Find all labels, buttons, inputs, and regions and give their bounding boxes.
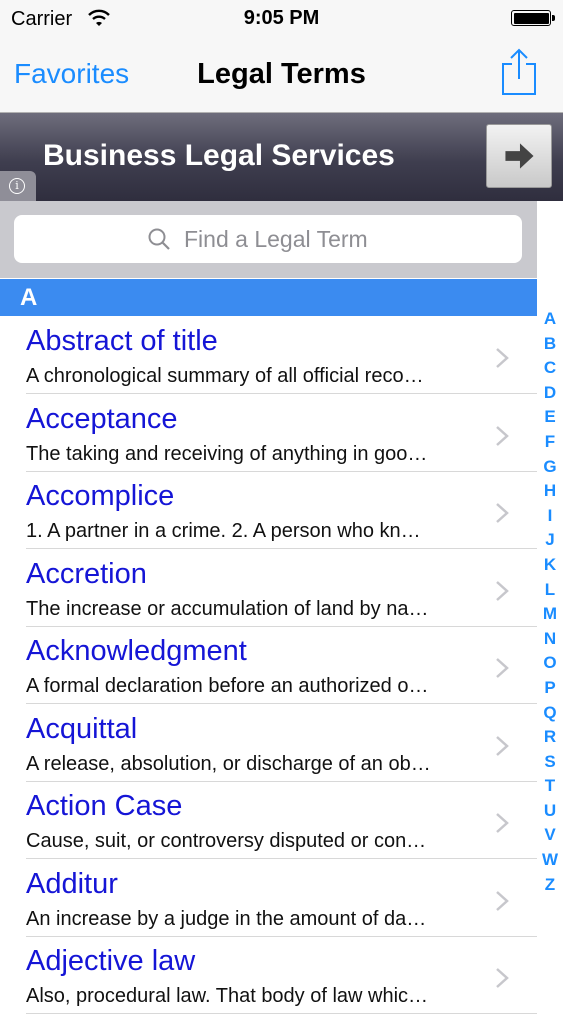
index-letter[interactable]: O: [539, 651, 561, 676]
term-description: A release, absolution, or discharge of a…: [26, 752, 431, 775]
list-item[interactable]: Acknowledgment A formal declaration befor…: [0, 627, 537, 704]
term-name: Action Case: [26, 790, 183, 822]
term-description: The increase or accumulation of land by …: [26, 597, 429, 620]
index-letter[interactable]: C: [539, 356, 561, 381]
chevron-right-icon: [496, 735, 509, 756]
index-letter[interactable]: G: [539, 455, 561, 480]
term-description: A chronological summary of all official …: [26, 365, 424, 387]
index-letter[interactable]: H: [539, 479, 561, 504]
term-name: Abstract of title: [26, 325, 218, 357]
index-letter[interactable]: N: [539, 627, 561, 652]
chevron-right-icon: [496, 425, 509, 446]
navigation-bar: Favorites Legal Terms: [0, 38, 563, 113]
term-name: Acknowledgment: [26, 635, 247, 667]
list-item[interactable]: Additur An increase by a judge in the amo…: [0, 860, 537, 937]
term-name: Acceptance: [26, 402, 178, 435]
index-letter[interactable]: K: [539, 553, 561, 578]
term-description: An increase by a judge in the amount of …: [26, 907, 427, 930]
chevron-right-icon: [496, 813, 509, 833]
index-letter[interactable]: I: [539, 504, 561, 529]
list-item[interactable]: Action Case Cause, suit, or controversy d…: [0, 782, 537, 859]
battery-icon: [511, 10, 555, 26]
list-item[interactable]: Accretion The increase or accumulation of…: [0, 550, 537, 627]
index-letter[interactable]: V: [539, 823, 561, 848]
term-description: The taking and receiving of anything in …: [26, 442, 428, 465]
section-letter: A: [20, 284, 38, 311]
banner-go-button[interactable]: [486, 124, 552, 188]
index-letter[interactable]: A: [539, 307, 561, 332]
status-bar: Carrier 9:05 PM: [0, 0, 563, 38]
search-placeholder: Find a Legal Term: [184, 226, 368, 252]
info-button[interactable]: i: [0, 171, 36, 201]
index-letter[interactable]: Q: [539, 701, 561, 726]
term-name: Accomplice: [26, 480, 175, 512]
index-letter[interactable]: D: [539, 381, 561, 406]
page-title: Legal Terms: [197, 58, 366, 90]
chevron-right-icon: [496, 658, 509, 678]
info-icon: i: [9, 178, 25, 194]
term-name: Acquittal: [26, 712, 138, 745]
arrow-right-icon: [505, 143, 534, 169]
clock: 9:05 PM: [243, 7, 320, 29]
search-input[interactable]: Find a Legal Term: [14, 215, 522, 263]
list-item[interactable]: Acquittal A release, absolution, or disch…: [0, 705, 537, 782]
chevron-right-icon: [496, 890, 509, 911]
index-letter[interactable]: J: [539, 528, 561, 553]
ad-banner[interactable]: Business Legal Services i: [0, 113, 563, 201]
index-letter[interactable]: P: [539, 676, 561, 701]
search-icon: [148, 228, 170, 250]
section-header: A: [0, 279, 537, 316]
search-bar: Find a Legal Term: [0, 201, 537, 278]
term-description: A formal declaration before an authorize…: [26, 675, 429, 697]
index-letter[interactable]: R: [539, 725, 561, 750]
chevron-right-icon: [496, 968, 509, 988]
index-letter[interactable]: M: [539, 602, 561, 627]
chevron-right-icon: [496, 580, 509, 601]
index-letter[interactable]: W: [539, 848, 561, 873]
list-item[interactable]: Adjective law Also, procedural law. That …: [0, 937, 537, 1014]
alphabet-index[interactable]: ABCDEFGHIJKLMNOPQRSTUVWZ: [539, 307, 561, 897]
index-letter[interactable]: T: [539, 774, 561, 799]
list-item[interactable]: Accomplice 1. A partner in a crime. 2. A …: [0, 472, 537, 549]
term-name: Adjective law: [26, 945, 196, 977]
index-letter[interactable]: S: [539, 750, 561, 775]
term-description: Cause, suit, or controversy disputed or …: [26, 830, 427, 852]
index-letter[interactable]: B: [539, 332, 561, 357]
list-item[interactable]: Acceptance The taking and receiving of an…: [0, 395, 537, 472]
banner-title: Business Legal Services: [43, 139, 395, 172]
list-item[interactable]: Abstract of title A chronological summary…: [0, 317, 537, 394]
index-letter[interactable]: Z: [539, 873, 561, 898]
chevron-right-icon: [496, 503, 509, 523]
index-letter[interactable]: E: [539, 405, 561, 430]
index-letter[interactable]: U: [539, 799, 561, 824]
term-name: Accretion: [26, 557, 147, 590]
term-description: 1. A partner in a crime. 2. A person who…: [26, 520, 421, 542]
index-letter[interactable]: L: [539, 578, 561, 603]
share-icon[interactable]: [500, 48, 538, 96]
index-letter[interactable]: F: [539, 430, 561, 455]
term-description: Also, procedural law. That body of law w…: [26, 985, 429, 1007]
chevron-right-icon: [496, 348, 509, 368]
term-name: Additur: [26, 867, 118, 900]
